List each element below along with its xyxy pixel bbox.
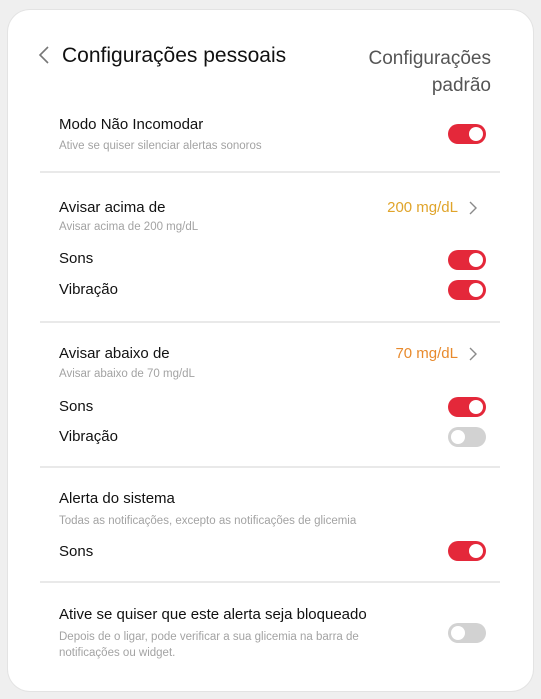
toggle-knob	[469, 400, 483, 414]
lock-alert-toggle[interactable]	[448, 623, 486, 643]
high-alert-description: Avisar acima de 200 mg/dL	[59, 221, 199, 233]
high-sounds-label: Sons	[59, 250, 94, 267]
header: Configurações pessoais Configurações pad…	[8, 10, 533, 110]
low-vibration-label: Vibração	[59, 428, 118, 445]
high-threshold-value[interactable]: 200 mg/dL	[387, 199, 458, 216]
low-alert-description: Avisar abaixo de 70 mg/dL	[59, 368, 195, 380]
high-vibration-label: Vibração	[59, 281, 118, 298]
toggle-knob	[451, 626, 465, 640]
low-sounds-toggle[interactable]	[448, 397, 486, 417]
chevron-right-icon[interactable]	[468, 200, 478, 216]
dnd-toggle[interactable]	[448, 124, 486, 144]
system-sounds-toggle[interactable]	[448, 541, 486, 561]
dnd-description: Ative se quiser silenciar alertas sonoro…	[59, 140, 262, 152]
low-threshold-value[interactable]: 70 mg/dL	[395, 345, 458, 362]
divider	[40, 171, 500, 173]
page-title: Configurações pessoais	[62, 44, 287, 67]
chevron-right-icon[interactable]	[468, 346, 478, 362]
system-sounds-label: Sons	[59, 543, 94, 560]
toggle-knob	[451, 430, 465, 444]
back-chevron-icon[interactable]	[37, 44, 51, 66]
toggle-knob	[469, 283, 483, 297]
system-alert-label: Alerta do sistema	[59, 490, 175, 507]
system-alert-description: Todas as notificações, excepto as notifi…	[59, 515, 357, 527]
default-settings-button[interactable]: Configurações padrão	[341, 45, 491, 99]
toggle-knob	[469, 253, 483, 267]
divider	[40, 321, 500, 323]
divider	[40, 466, 500, 468]
high-vibration-toggle[interactable]	[448, 280, 486, 300]
divider	[40, 581, 500, 583]
low-vibration-toggle[interactable]	[448, 427, 486, 447]
dnd-label: Modo Não Incomodar	[59, 116, 204, 133]
low-sounds-label: Sons	[59, 398, 94, 415]
lock-alert-label: Ative se quiser que este alerta seja blo…	[59, 606, 367, 623]
low-alert-label: Avisar abaixo de	[59, 345, 170, 362]
toggle-knob	[469, 544, 483, 558]
settings-card: Configurações pessoais Configurações pad…	[8, 10, 533, 691]
toggle-knob	[469, 127, 483, 141]
lock-alert-description: Depois de o ligar, pode verificar a sua …	[59, 631, 359, 659]
high-sounds-toggle[interactable]	[448, 250, 486, 270]
high-alert-label: Avisar acima de	[59, 199, 166, 216]
